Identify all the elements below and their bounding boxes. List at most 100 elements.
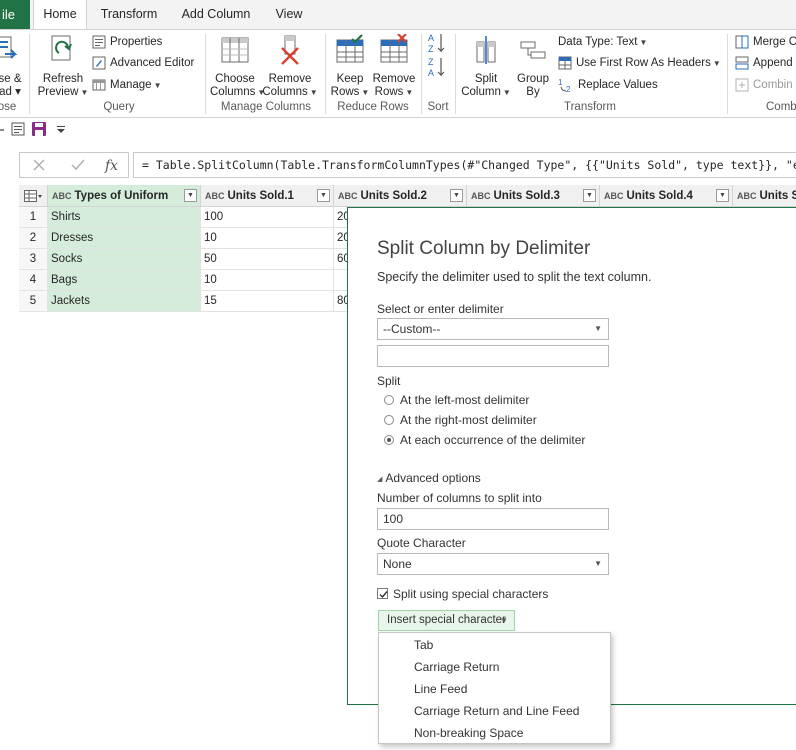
cancel-icon[interactable] [32, 158, 46, 172]
num-columns-input[interactable] [377, 508, 609, 530]
combine-files-button[interactable]: Combin [735, 76, 793, 94]
radio-label: At the left-most delimiter [400, 393, 530, 407]
ribbon-separator [421, 34, 422, 114]
table-cell[interactable]: Bags [48, 270, 201, 291]
remove-columns-button[interactable]: Remove Columns ▼ [262, 34, 318, 99]
properties-button[interactable]: Properties [92, 33, 162, 51]
column-filter-icon[interactable]: ▼ [184, 189, 197, 202]
qat-overflow-icon[interactable] [0, 124, 6, 136]
table-cell[interactable]: Socks [48, 249, 201, 270]
combine-files-icon [735, 78, 749, 92]
table-corner-menu[interactable] [19, 185, 48, 207]
checkbox-checked-icon[interactable] [377, 588, 388, 599]
table-cell[interactable]: Jackets [48, 291, 201, 312]
save-icon[interactable] [31, 121, 47, 137]
table-cell[interactable]: 10 [201, 228, 334, 249]
merge-queries-button[interactable]: Merge C [735, 33, 796, 51]
split-column-label-2: Column [461, 86, 501, 98]
remove-columns-icon [281, 35, 299, 65]
svg-text:Z: Z [428, 57, 434, 67]
column-filter-icon[interactable]: ▼ [450, 189, 463, 202]
split-column-button[interactable]: Split Column ▼ [460, 34, 512, 99]
customize-qat-icon[interactable] [56, 125, 66, 135]
formula-input[interactable]: = Table.SplitColumn(Table.TransformColum… [133, 152, 796, 178]
keep-rows-label-2: Rows [330, 86, 360, 98]
tab-transform[interactable]: Transform [92, 0, 166, 29]
ribbon-separator [455, 34, 456, 114]
first-row-label: Use First Row As Headers [576, 57, 711, 69]
group-label-combine: Comb [766, 101, 796, 113]
replace-values-button[interactable]: 1 2 Replace Values [558, 76, 658, 94]
column-filter-icon[interactable]: ▼ [716, 189, 729, 202]
tab-home[interactable]: Home [33, 0, 87, 30]
advanced-options-label: Advanced options [385, 471, 481, 485]
fx-icon[interactable]: fx [104, 156, 122, 174]
ribbon: se & ad ▾ ose Refresh Preview ▼ Propertie… [0, 29, 796, 118]
svg-text:2: 2 [566, 85, 571, 93]
menu-item-line-feed[interactable]: Line Feed [379, 678, 610, 700]
menu-item-carriage-return[interactable]: Carriage Return [379, 656, 610, 678]
special-characters-label: Split using special characters [393, 587, 549, 601]
custom-delimiter-input[interactable] [377, 345, 609, 367]
group-label-close: ose [0, 101, 17, 113]
quote-character-select[interactable]: None ▼ [377, 553, 609, 575]
column-header-units-sold-5[interactable]: ABCUnits So [733, 185, 796, 207]
table-cell[interactable]: 100 [201, 207, 334, 228]
radio-right-most[interactable]: At the right-most delimiter [384, 412, 537, 428]
quote-character-label: Quote Character [377, 536, 466, 550]
advanced-options-toggle[interactable]: ◢ Advanced options [377, 471, 481, 485]
insert-special-character-button[interactable]: Insert special character ▼ [378, 610, 515, 631]
ribbon-separator [205, 34, 206, 114]
radio-label: At each occurrence of the delimiter [400, 433, 586, 447]
remove-rows-icon [380, 34, 408, 63]
append-queries-button[interactable]: Append [735, 54, 793, 72]
column-header-units-sold-4[interactable]: ABC Units Sold.4 ▼ [600, 185, 733, 207]
radio-each-occurrence[interactable]: At each occurrence of the delimiter [384, 432, 585, 448]
table-cell[interactable]: Dresses [48, 228, 201, 249]
tab-file[interactable]: ile [0, 0, 30, 29]
dialog-title: Split Column by Delimiter [377, 238, 591, 259]
keep-rows-button[interactable]: Keep Rows ▼ [330, 34, 370, 99]
table-cell[interactable]: 10 [201, 270, 334, 291]
chevron-down-icon: ▼ [309, 88, 318, 97]
column-filter-icon[interactable]: ▼ [317, 189, 330, 202]
data-type-dropdown[interactable]: Data Type: Text ▼ [558, 33, 647, 51]
table-cell[interactable]: 50 [201, 249, 334, 270]
column-header-units-sold-1[interactable]: ABC Units Sold.1 ▼ [201, 185, 334, 207]
refresh-preview-button[interactable]: Refresh Preview ▼ [36, 34, 90, 99]
text-type-icon: ABC [205, 191, 225, 201]
tab-add-column[interactable]: Add Column [172, 0, 260, 29]
radio-left-most[interactable]: At the left-most delimiter [384, 392, 529, 408]
remove-rows-button[interactable]: Remove Rows ▼ [372, 34, 416, 99]
formula-bar: fx = Table.SplitColumn(Table.TransformCo… [0, 141, 796, 185]
column-header-units-sold-3[interactable]: ABC Units Sold.3 ▼ [467, 185, 600, 207]
text-type-icon: ABC [338, 191, 358, 201]
column-filter-icon[interactable]: ▼ [583, 189, 596, 202]
use-first-row-as-headers-button[interactable]: Use First Row As Headers ▼ [558, 54, 721, 72]
column-header-types-of-uniform[interactable]: ABC Types of Uniform ▼ [48, 185, 201, 207]
choose-columns-button[interactable]: Choose Columns ▼ [210, 34, 265, 99]
group-by-label-2: By [526, 86, 540, 98]
manage-button[interactable]: Manage ▼ [92, 76, 161, 94]
menu-item-cr-lf[interactable]: Carriage Return and Line Feed [379, 700, 610, 722]
menu-item-tab[interactable]: Tab [379, 634, 610, 656]
properties-icon[interactable] [10, 121, 26, 137]
group-by-button[interactable]: Group By [514, 34, 552, 99]
tab-view[interactable]: View [266, 0, 312, 29]
manage-icon [92, 79, 106, 91]
close-and-load-label-1: se & [0, 73, 22, 85]
table-cell[interactable]: 15 [201, 291, 334, 312]
ribbon-separator [29, 34, 30, 114]
column-header-units-sold-2[interactable]: ABC Units Sold.2 ▼ [334, 185, 467, 207]
properties-icon [92, 35, 106, 49]
table-cell[interactable]: Shirts [48, 207, 201, 228]
advanced-editor-button[interactable]: Advanced Editor [92, 54, 194, 72]
sort-descending-button[interactable]: Z A [428, 56, 450, 80]
delimiter-select[interactable]: --Custom-- ▼ [377, 318, 609, 340]
menu-item-non-breaking-space[interactable]: Non-breaking Space [379, 722, 610, 744]
special-characters-checkbox-row[interactable]: Split using special characters [377, 587, 548, 601]
sort-ascending-button[interactable]: A Z [428, 32, 450, 56]
commit-check-icon[interactable] [70, 158, 86, 172]
close-and-load-button[interactable]: se & ad ▾ [0, 34, 28, 99]
combine-label: Combin [753, 79, 793, 91]
